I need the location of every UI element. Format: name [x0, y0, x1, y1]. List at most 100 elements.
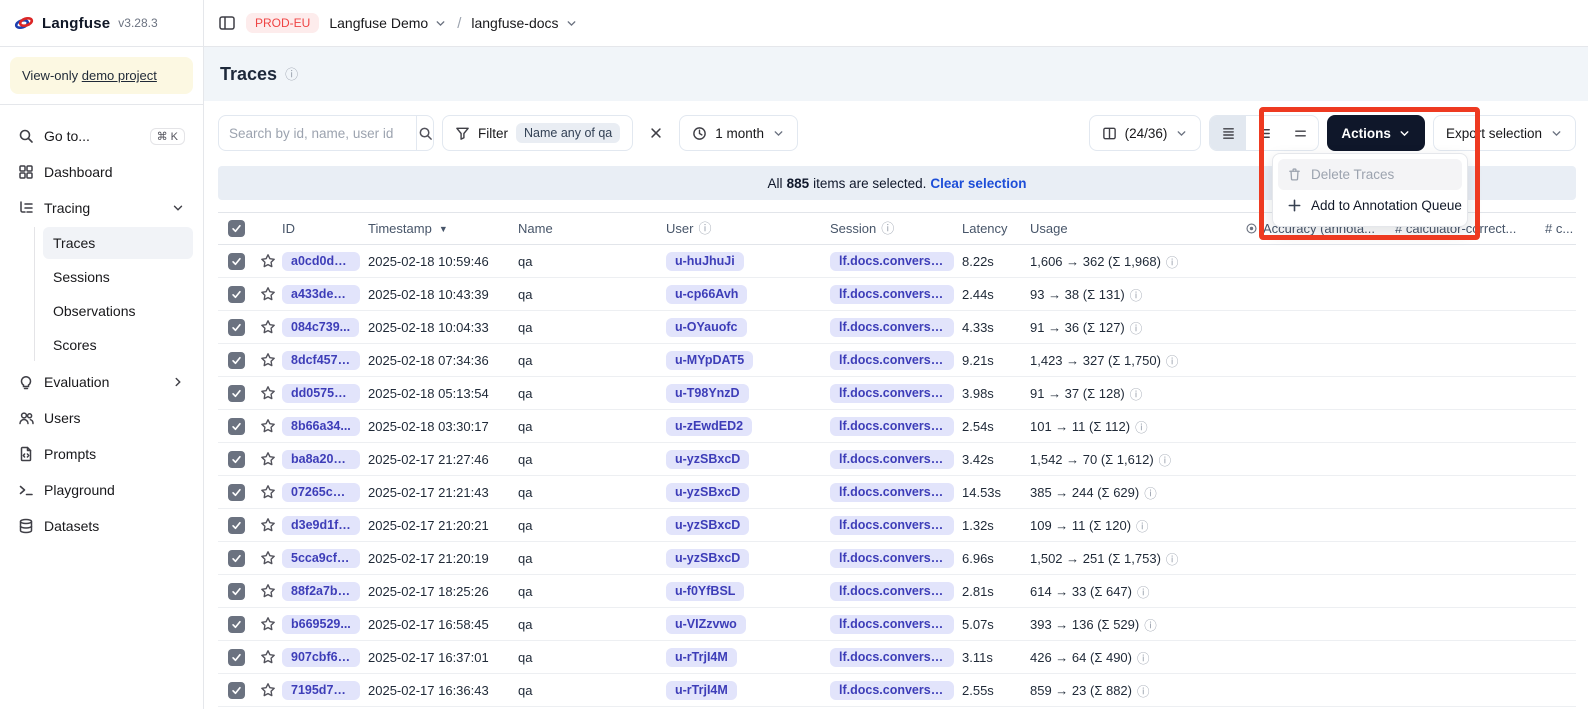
- info-icon[interactable]: ⓘ: [1166, 549, 1179, 568]
- trace-row[interactable]: 07265c7a... 2025-02-17 21:21:43 qa u-yzS…: [218, 476, 1576, 509]
- info-icon[interactable]: ⓘ: [1130, 318, 1143, 337]
- user-badge[interactable]: u-zEwdED2: [666, 417, 752, 436]
- trace-id-badge[interactable]: a433de51...: [282, 285, 360, 304]
- session-badge[interactable]: lf.docs.conversation...: [830, 483, 954, 502]
- trace-row[interactable]: b669529... 2025-02-17 16:58:45 qa u-VIZz…: [218, 608, 1576, 641]
- row-checkbox[interactable]: [228, 649, 245, 666]
- info-icon[interactable]: ⓘ: [1137, 648, 1150, 667]
- star-icon[interactable]: [260, 550, 276, 566]
- star-icon[interactable]: [260, 484, 276, 500]
- info-icon[interactable]: ⓘ: [1137, 681, 1150, 700]
- header-last[interactable]: # c...: [1545, 221, 1576, 236]
- star-icon[interactable]: [260, 649, 276, 665]
- sidebar-item-goto[interactable]: Go to... ⌘ K: [10, 119, 193, 153]
- session-badge[interactable]: lf.docs.conversation...: [830, 549, 954, 568]
- header-usage[interactable]: Usage: [1030, 221, 1245, 236]
- header-session[interactable]: Sessionⓘ: [830, 221, 962, 236]
- sidebar-item-evaluation[interactable]: Evaluation: [10, 365, 193, 399]
- sidebar-item-users[interactable]: Users: [10, 401, 193, 435]
- row-checkbox[interactable]: [228, 253, 245, 270]
- user-badge[interactable]: u-huJhuJi: [666, 252, 744, 271]
- user-badge[interactable]: u-OYauofc: [666, 318, 747, 337]
- session-badge[interactable]: lf.docs.conversation...: [830, 318, 954, 337]
- select-all-checkbox[interactable]: [228, 220, 245, 237]
- info-icon[interactable]: ⓘ: [1159, 450, 1172, 469]
- row-checkbox[interactable]: [228, 286, 245, 303]
- row-height-compact-button[interactable]: [1210, 116, 1246, 150]
- row-checkbox[interactable]: [228, 517, 245, 534]
- clear-selection-link[interactable]: Clear selection: [930, 176, 1026, 191]
- session-badge[interactable]: lf.docs.conversation...: [830, 450, 954, 469]
- info-icon[interactable]: ⓘ: [1166, 252, 1179, 271]
- user-badge[interactable]: u-cp66Avh: [666, 285, 747, 304]
- header-user[interactable]: Userⓘ: [666, 221, 830, 236]
- actions-button[interactable]: Actions: [1327, 115, 1425, 151]
- demo-project-link[interactable]: demo project: [82, 68, 157, 83]
- sidebar-toggle-icon[interactable]: [218, 14, 236, 32]
- session-badge[interactable]: lf.docs.conversation...: [830, 384, 954, 403]
- row-checkbox[interactable]: [228, 418, 245, 435]
- user-badge[interactable]: u-VIZzvwo: [666, 615, 746, 634]
- star-icon[interactable]: [260, 418, 276, 434]
- time-range-button[interactable]: 1 month: [679, 115, 798, 151]
- trace-id-badge[interactable]: 8dcf4574...: [282, 351, 360, 370]
- star-icon[interactable]: [260, 451, 276, 467]
- header-id[interactable]: ID: [282, 221, 368, 236]
- filter-button[interactable]: Filter Name any of qa: [442, 115, 633, 151]
- trace-row[interactable]: a433de51... 2025-02-18 10:43:39 qa u-cp6…: [218, 278, 1576, 311]
- row-height-medium-button[interactable]: [1246, 116, 1282, 150]
- session-badge[interactable]: lf.docs.conversation...: [830, 681, 954, 700]
- star-icon[interactable]: [260, 682, 276, 698]
- session-badge[interactable]: lf.docs.conversation...: [830, 252, 954, 271]
- sidebar-item-datasets[interactable]: Datasets: [10, 509, 193, 543]
- breadcrumb-org[interactable]: Langfuse Demo: [329, 15, 447, 31]
- row-checkbox[interactable]: [228, 616, 245, 633]
- session-badge[interactable]: lf.docs.conversation...: [830, 615, 954, 634]
- trace-id-badge[interactable]: 7195d78e...: [282, 681, 360, 700]
- menu-item-delete-traces[interactable]: Delete Traces: [1278, 159, 1462, 190]
- info-icon[interactable]: ⓘ: [1137, 582, 1150, 601]
- trace-row[interactable]: d3e9d1f2... 2025-02-17 21:20:21 qa u-yzS…: [218, 509, 1576, 542]
- sidebar-item-dashboard[interactable]: Dashboard: [10, 155, 193, 189]
- user-badge[interactable]: u-yzSBxcD: [666, 483, 749, 502]
- trace-id-badge[interactable]: 084c739...: [282, 318, 359, 337]
- row-checkbox[interactable]: [228, 682, 245, 699]
- sidebar-item-sessions[interactable]: Sessions: [43, 261, 193, 293]
- header-name[interactable]: Name: [518, 221, 666, 236]
- session-badge[interactable]: lf.docs.conversation...: [830, 516, 954, 535]
- session-badge[interactable]: lf.docs.conversation...: [830, 648, 954, 667]
- trace-id-badge[interactable]: dd05753...: [282, 384, 360, 403]
- user-badge[interactable]: u-yzSBxcD: [666, 549, 749, 568]
- star-icon[interactable]: [260, 616, 276, 632]
- trace-id-badge[interactable]: 07265c7a...: [282, 483, 360, 502]
- info-icon[interactable]: ⓘ: [1130, 285, 1143, 304]
- row-checkbox[interactable]: [228, 484, 245, 501]
- search-submit-button[interactable]: [416, 116, 433, 150]
- trace-row[interactable]: 084c739... 2025-02-18 10:04:33 qa u-OYau…: [218, 311, 1576, 344]
- user-badge[interactable]: u-rTrjI4M: [666, 681, 737, 700]
- row-checkbox[interactable]: [228, 319, 245, 336]
- sidebar-item-playground[interactable]: Playground: [10, 473, 193, 507]
- trace-row[interactable]: 8b66a34... 2025-02-18 03:30:17 qa u-zEwd…: [218, 410, 1576, 443]
- trace-id-badge[interactable]: ba8a208f...: [282, 450, 360, 469]
- trace-row[interactable]: 8dcf4574... 2025-02-18 07:34:36 qa u-MYp…: [218, 344, 1576, 377]
- trace-id-badge[interactable]: 5cca9cf2...: [282, 549, 360, 568]
- star-icon[interactable]: [260, 319, 276, 335]
- info-icon[interactable]: ⓘ: [1130, 384, 1143, 403]
- header-latency[interactable]: Latency: [962, 221, 1030, 236]
- user-badge[interactable]: u-MYpDAT5: [666, 351, 753, 370]
- sidebar-item-observations[interactable]: Observations: [43, 295, 193, 327]
- star-icon[interactable]: [260, 517, 276, 533]
- trace-row[interactable]: 907cbf6e... 2025-02-17 16:37:01 qa u-rTr…: [218, 641, 1576, 674]
- sidebar-item-scores[interactable]: Scores: [43, 329, 193, 361]
- header-timestamp[interactable]: Timestamp▼: [368, 221, 518, 236]
- user-badge[interactable]: u-T98YnzD: [666, 384, 749, 403]
- sidebar-item-prompts[interactable]: Prompts: [10, 437, 193, 471]
- breadcrumb-project[interactable]: langfuse-docs: [471, 15, 577, 31]
- sidebar-item-traces[interactable]: Traces: [43, 227, 193, 259]
- star-icon[interactable]: [260, 583, 276, 599]
- info-icon[interactable]: ⓘ: [1144, 483, 1157, 502]
- trace-id-badge[interactable]: a0cd0d9...: [282, 252, 360, 271]
- trace-row[interactable]: a0cd0d9... 2025-02-18 10:59:46 qa u-huJh…: [218, 245, 1576, 278]
- info-icon[interactable]: ⓘ: [1144, 615, 1157, 634]
